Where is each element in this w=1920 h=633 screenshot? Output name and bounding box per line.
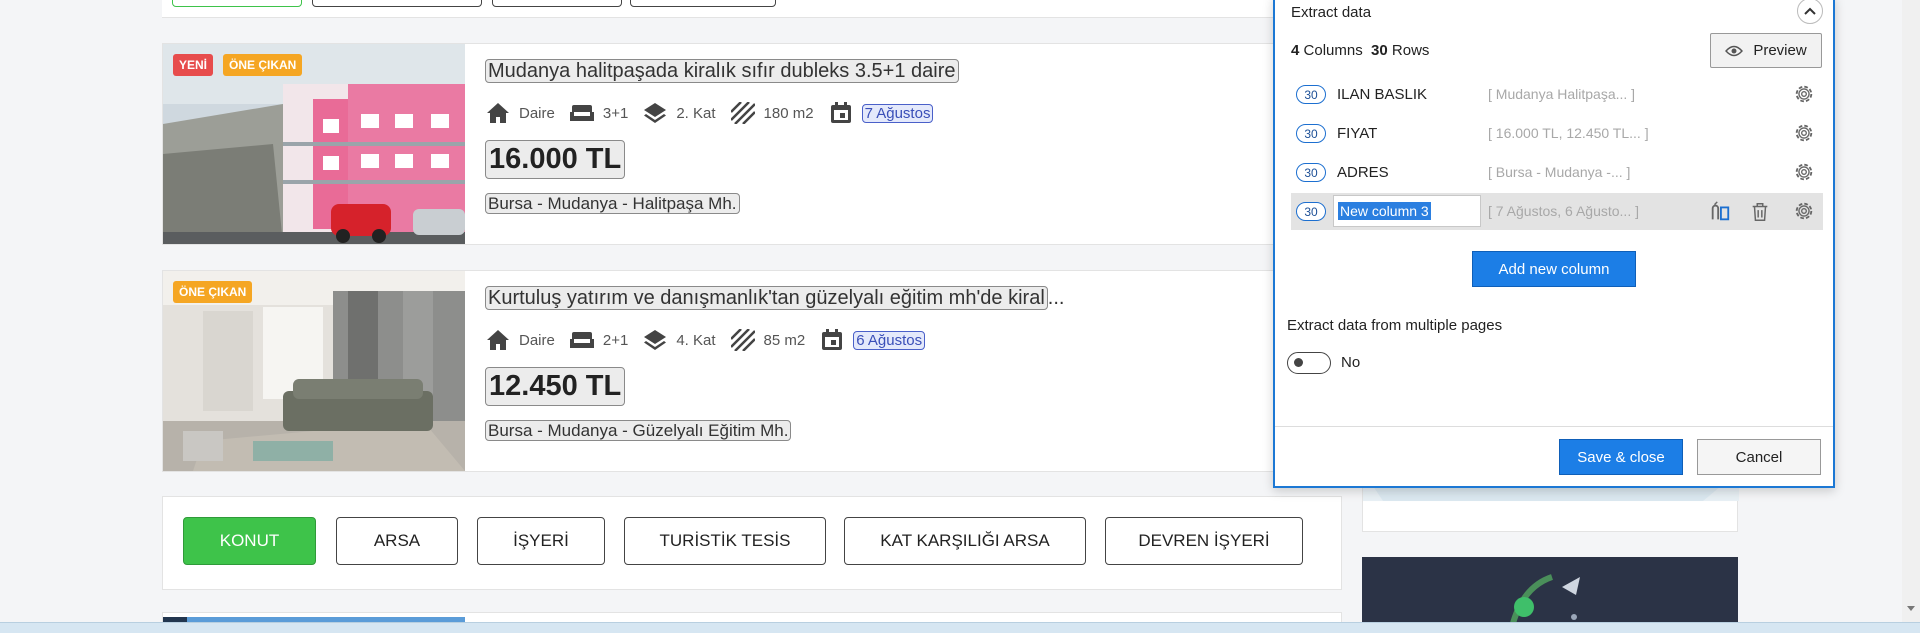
- column-sample: [ Mudanya Halitpaşa... ]: [1488, 86, 1636, 102]
- listing-card[interactable]: YENİ ÖNE ÇIKAN Mudanya halitpaşada kiral…: [162, 43, 1342, 245]
- gear-icon[interactable]: [1793, 200, 1815, 222]
- panel-title: Extract data: [1291, 4, 1372, 21]
- category-turistik-tesis-button[interactable]: TURİSTİK TESİS: [624, 517, 826, 565]
- trash-icon[interactable]: [1749, 201, 1771, 223]
- column-sample: [ 7 Ağustos, 6 Ağusto... ]: [1488, 203, 1639, 219]
- column-row-selected[interactable]: 30 New column 3 [ 7 Ağustos, 6 Ağusto...…: [1291, 193, 1823, 230]
- column-row[interactable]: 30 ADRES [ Bursa - Mudanya -... ]: [1291, 154, 1823, 191]
- column-name[interactable]: FIYAT: [1337, 125, 1377, 142]
- listing-date: 6 Ağustos: [853, 330, 926, 350]
- panel-footer: Save & close Cancel: [1275, 426, 1833, 486]
- select-element-icon[interactable]: [1709, 201, 1731, 223]
- badge-featured: ÖNE ÇIKAN: [223, 54, 303, 76]
- sofa-icon: [569, 328, 595, 352]
- calendar-icon: [828, 101, 854, 125]
- area-size: 180 m2: [763, 104, 814, 122]
- listing-photo[interactable]: ÖNE ÇIKAN: [163, 271, 465, 471]
- property-type: Daire: [519, 104, 555, 122]
- partial-button[interactable]: [630, 0, 776, 7]
- listing-address: Bursa - Mudanya - Güzelyalı Eğitim Mh.: [485, 420, 792, 441]
- row-count-badge: 30: [1296, 202, 1326, 221]
- column-row[interactable]: 30 ILAN BASLIK [ Mudanya Halitpaşa... ]: [1291, 76, 1823, 113]
- column-name[interactable]: ADRES: [1337, 164, 1389, 181]
- area-size: 85 m2: [763, 331, 806, 349]
- listing-date: 7 Ağustos: [861, 103, 934, 123]
- eye-icon: [1725, 45, 1744, 56]
- badge-featured: ÖNE ÇIKAN: [173, 281, 253, 303]
- property-type: Daire: [519, 331, 555, 349]
- extract-data-panel: Extract data 4 Columns 30 Rows Preview 3…: [1273, 0, 1835, 488]
- multi-page-label: Extract data from multiple pages: [1287, 317, 1503, 334]
- multi-page-toggle[interactable]: [1287, 352, 1331, 374]
- listing-title[interactable]: Mudanya halitpaşada kiralık sıfır dublek…: [485, 59, 959, 83]
- gear-icon[interactable]: [1793, 83, 1815, 105]
- previous-card-strip: [162, 0, 1342, 18]
- house-icon: [485, 328, 511, 352]
- add-new-column-button[interactable]: Add new column: [1472, 251, 1636, 287]
- category-arsa-button[interactable]: ARSA: [336, 517, 458, 565]
- row-count-badge: 30: [1296, 85, 1326, 104]
- gear-icon[interactable]: [1793, 161, 1815, 183]
- room-count: 3+1: [602, 104, 629, 122]
- room-count: 2+1: [602, 331, 629, 349]
- collapse-button[interactable]: [1797, 0, 1823, 24]
- partial-button[interactable]: [172, 0, 302, 7]
- vertical-scrollbar[interactable]: [1902, 0, 1920, 633]
- listing-meta: Daire 3+1 2. Kat 180 m2 7 Ağustos: [485, 98, 947, 128]
- multi-page-toggle-value: No: [1341, 354, 1361, 371]
- row-count-badge: 30: [1296, 163, 1326, 182]
- layers-icon: [642, 101, 668, 125]
- toggle-knob: [1294, 358, 1303, 367]
- scroll-down-arrow[interactable]: [1907, 606, 1915, 611]
- listing-price: 16.000 TL: [485, 140, 626, 179]
- calendar-icon: [819, 328, 845, 352]
- cancel-button[interactable]: Cancel: [1697, 439, 1821, 475]
- gear-icon[interactable]: [1793, 122, 1815, 144]
- column-row[interactable]: 30 FIYAT [ 16.000 TL, 12.450 TL... ]: [1291, 115, 1823, 152]
- chevron-up-icon: [1804, 7, 1816, 15]
- area-icon: [730, 328, 756, 352]
- listing-title[interactable]: Kurtuluş yatırım ve danışmanlık'tan güze…: [485, 286, 1064, 310]
- column-sample: [ 16.000 TL, 12.450 TL... ]: [1488, 125, 1649, 141]
- area-icon: [730, 101, 756, 125]
- column-sample: [ Bursa - Mudanya -... ]: [1488, 164, 1631, 180]
- floor-level: 4. Kat: [676, 331, 716, 349]
- category-kat-karsiligi-arsa-button[interactable]: KAT KARŞILIĞI ARSA: [844, 517, 1086, 565]
- partial-button[interactable]: [492, 0, 622, 7]
- category-devren-isyeri-button[interactable]: DEVREN İŞYERİ: [1105, 517, 1303, 565]
- category-bar: KONUT ARSA İŞYERİ TURİSTİK TESİS KAT KAR…: [162, 496, 1342, 590]
- preview-button[interactable]: Preview: [1710, 33, 1822, 68]
- row-count-badge: 30: [1296, 124, 1326, 143]
- badge-new: YENİ: [173, 54, 214, 76]
- sofa-icon: [569, 101, 595, 125]
- floor-level: 2. Kat: [676, 104, 716, 122]
- taskbar-edge: [0, 622, 1920, 633]
- listing-photo[interactable]: YENİ ÖNE ÇIKAN: [163, 44, 465, 244]
- layers-icon: [642, 328, 668, 352]
- listing-meta: Daire 2+1 4. Kat 85 m2 6 Ağustos: [485, 325, 939, 355]
- column-name-input[interactable]: New column 3: [1333, 195, 1481, 227]
- listing-price: 12.450 TL: [485, 367, 626, 406]
- category-konut-button[interactable]: KONUT: [183, 517, 316, 565]
- listing-address: Bursa - Mudanya - Halitpaşa Mh.: [485, 193, 740, 214]
- house-icon: [485, 101, 511, 125]
- save-close-button[interactable]: Save & close: [1559, 439, 1683, 475]
- listing-card[interactable]: ÖNE ÇIKAN Kurtuluş yatırım ve danışmanlı…: [162, 270, 1342, 472]
- extract-summary: 4 Columns 30 Rows: [1291, 42, 1430, 59]
- category-isyeri-button[interactable]: İŞYERİ: [477, 517, 605, 565]
- partial-button[interactable]: [312, 0, 482, 7]
- column-name[interactable]: ILAN BASLIK: [1337, 86, 1427, 103]
